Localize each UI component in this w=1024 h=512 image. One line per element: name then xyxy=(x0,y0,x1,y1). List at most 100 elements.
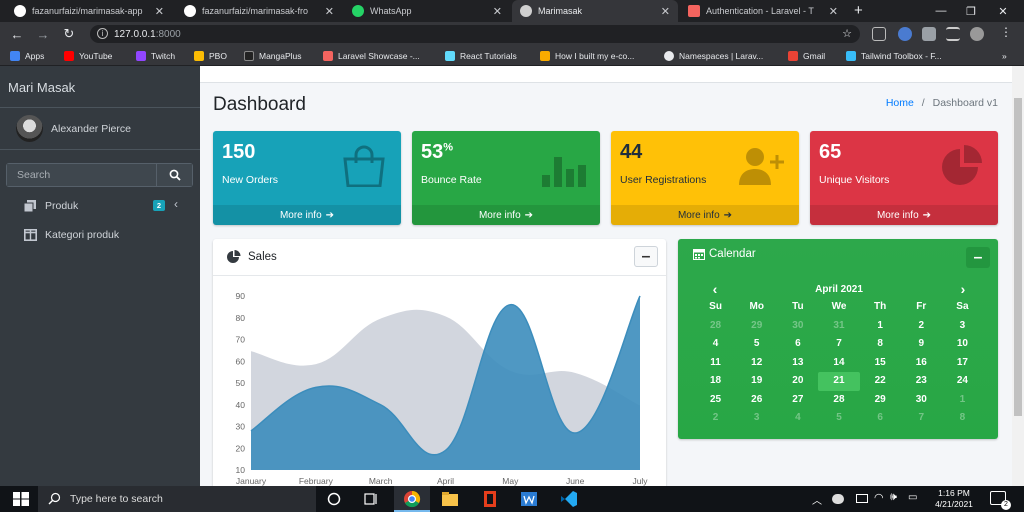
calendar-day[interactable]: 22 xyxy=(860,372,901,391)
profile-avatar-icon[interactable] xyxy=(970,27,984,41)
page-scrollbar[interactable] xyxy=(1012,66,1024,486)
calendar-day[interactable]: 28 xyxy=(818,391,859,410)
calendar-day[interactable]: 11 xyxy=(695,354,736,373)
bookmarks-overflow[interactable]: » xyxy=(1002,49,1007,63)
calendar-day[interactable]: 15 xyxy=(860,354,901,373)
calendar-day[interactable]: 8 xyxy=(860,335,901,354)
bookmark-youtube[interactable]: YouTube xyxy=(64,49,112,63)
calendar-day[interactable]: 19 xyxy=(736,372,777,391)
cortana-icon[interactable] xyxy=(325,490,343,508)
calendar-day[interactable]: 23 xyxy=(901,372,942,391)
calendar-day[interactable]: 14 xyxy=(818,354,859,373)
info-icon[interactable]: i xyxy=(97,28,108,39)
forward-button[interactable]: → xyxy=(34,25,52,43)
collapse-button[interactable]: – xyxy=(966,247,990,268)
calendar-day[interactable]: 5 xyxy=(818,409,859,428)
calendar-day[interactable]: 2 xyxy=(695,409,736,428)
calendar-day[interactable]: 9 xyxy=(901,335,942,354)
calendar-day[interactable]: 1 xyxy=(942,391,983,410)
calendar-day[interactable]: 6 xyxy=(777,335,818,354)
calendar-day[interactable]: 3 xyxy=(736,409,777,428)
brand-link[interactable]: Mari Masak xyxy=(0,66,200,108)
restore-button[interactable]: ❐ xyxy=(956,0,986,22)
calendar-month[interactable]: April 2021 xyxy=(815,284,863,295)
system-clock[interactable]: 1:16 PM 4/21/2021 xyxy=(930,488,978,510)
star-icon[interactable]: ☆ xyxy=(842,27,852,40)
prev-month-button[interactable]: ‹ xyxy=(695,281,735,297)
sidebar-item-produk[interactable]: Produk 2 ‹ xyxy=(0,193,200,219)
bookmark-tailwind[interactable]: Tailwind Toolbox - F... xyxy=(846,49,942,63)
reading-list-icon[interactable] xyxy=(946,27,960,41)
calendar-day[interactable]: 1 xyxy=(860,317,901,336)
calendar-day[interactable]: 4 xyxy=(777,409,818,428)
calendar-day[interactable]: 12 xyxy=(736,354,777,373)
task-view-icon[interactable] xyxy=(362,490,380,508)
windows-start-icon[interactable] xyxy=(12,490,30,508)
calendar-day-today[interactable]: 21 xyxy=(818,372,860,391)
breadcrumb-home-link[interactable]: Home xyxy=(886,97,914,109)
bookmark-twitch[interactable]: Twitch xyxy=(136,49,175,63)
chevron-up-icon[interactable]: ︿ xyxy=(812,492,822,507)
puzzle-icon[interactable] xyxy=(922,27,936,41)
user-name[interactable]: Alexander Pierce xyxy=(51,123,131,135)
user-panel[interactable]: Alexander Pierce xyxy=(0,108,200,150)
bookmark-ecommerce[interactable]: How I built my e-co... xyxy=(540,49,634,63)
minimize-button[interactable]: — xyxy=(926,0,956,22)
office-icon[interactable] xyxy=(481,490,499,508)
next-month-button[interactable]: › xyxy=(943,281,983,297)
volume-icon[interactable]: 🕪 xyxy=(890,491,897,504)
address-input[interactable]: i 127.0.0.1:8000 ☆ xyxy=(90,25,860,43)
new-tab-button[interactable]: + xyxy=(854,2,863,19)
close-icon[interactable]: ✕ xyxy=(829,5,838,18)
taskbar-search-input[interactable]: Type here to search xyxy=(38,486,316,512)
bookmark-namespaces[interactable]: Namespaces | Larav... xyxy=(664,49,763,63)
taskbar-chrome-button[interactable] xyxy=(394,486,430,512)
browser-tab[interactable]: WhatsApp ✕ xyxy=(344,0,510,22)
calendar-day[interactable]: 8 xyxy=(942,409,983,428)
file-explorer-icon[interactable] xyxy=(441,490,459,508)
window-close-button[interactable]: ✕ xyxy=(988,0,1018,22)
calendar-day[interactable]: 6 xyxy=(860,409,901,428)
calendar-day[interactable]: 20 xyxy=(777,372,818,391)
menu-icon[interactable]: ⋮ xyxy=(1000,25,1012,39)
close-icon[interactable]: ✕ xyxy=(325,5,334,18)
scrollbar-thumb[interactable] xyxy=(1014,98,1022,416)
bookmark-pbo[interactable]: PBO xyxy=(194,49,227,63)
word-icon[interactable] xyxy=(520,490,538,508)
calendar-day[interactable]: 2 xyxy=(901,317,942,336)
bookmark-react-tutorials[interactable]: React Tutorials xyxy=(445,49,517,63)
extension-icon[interactable] xyxy=(898,27,912,41)
more-info-link[interactable]: More info ➔ xyxy=(213,205,401,225)
calendar-day[interactable]: 30 xyxy=(777,317,818,336)
collapse-button[interactable]: – xyxy=(634,246,658,267)
calendar-day[interactable]: 29 xyxy=(736,317,777,336)
calendar-day[interactable]: 13 xyxy=(777,354,818,373)
search-button[interactable] xyxy=(156,164,192,186)
calendar-day[interactable]: 30 xyxy=(901,391,942,410)
calendar-day[interactable]: 31 xyxy=(818,317,859,336)
calendar-day[interactable]: 27 xyxy=(777,391,818,410)
calendar-day[interactable]: 28 xyxy=(695,317,736,336)
more-info-link[interactable]: More info ➔ xyxy=(412,205,600,225)
calendar-day[interactable]: 18 xyxy=(695,372,736,391)
browser-tab-active[interactable]: Marimasak ✕ xyxy=(512,0,678,22)
more-info-link[interactable]: More info ➔ xyxy=(810,205,998,225)
calendar-day[interactable]: 17 xyxy=(942,354,983,373)
calendar-day[interactable]: 26 xyxy=(736,391,777,410)
close-icon[interactable]: ✕ xyxy=(661,5,670,18)
calendar-day[interactable]: 4 xyxy=(695,335,736,354)
notification-center-icon[interactable]: 2 xyxy=(990,491,1011,510)
extension-icon[interactable] xyxy=(872,27,886,41)
browser-tab[interactable]: fazanurfaizi/marimasak-app ✕ xyxy=(6,0,172,22)
battery-icon[interactable] xyxy=(856,494,868,503)
calendar-day[interactable]: 16 xyxy=(901,354,942,373)
bookmark-apps[interactable]: Apps xyxy=(10,49,44,63)
bookmark-laravel-showcase[interactable]: Laravel Showcase -... xyxy=(323,49,420,63)
calendar-day[interactable]: 24 xyxy=(942,372,983,391)
browser-tab[interactable]: Authentication - Laravel - T ✕ xyxy=(680,0,846,22)
bookmark-mangaplus[interactable]: MangaPlus xyxy=(244,49,302,63)
calendar-day[interactable]: 7 xyxy=(818,335,859,354)
calendar-day[interactable]: 5 xyxy=(736,335,777,354)
calendar-day[interactable]: 7 xyxy=(901,409,942,428)
calendar-day[interactable]: 25 xyxy=(695,391,736,410)
